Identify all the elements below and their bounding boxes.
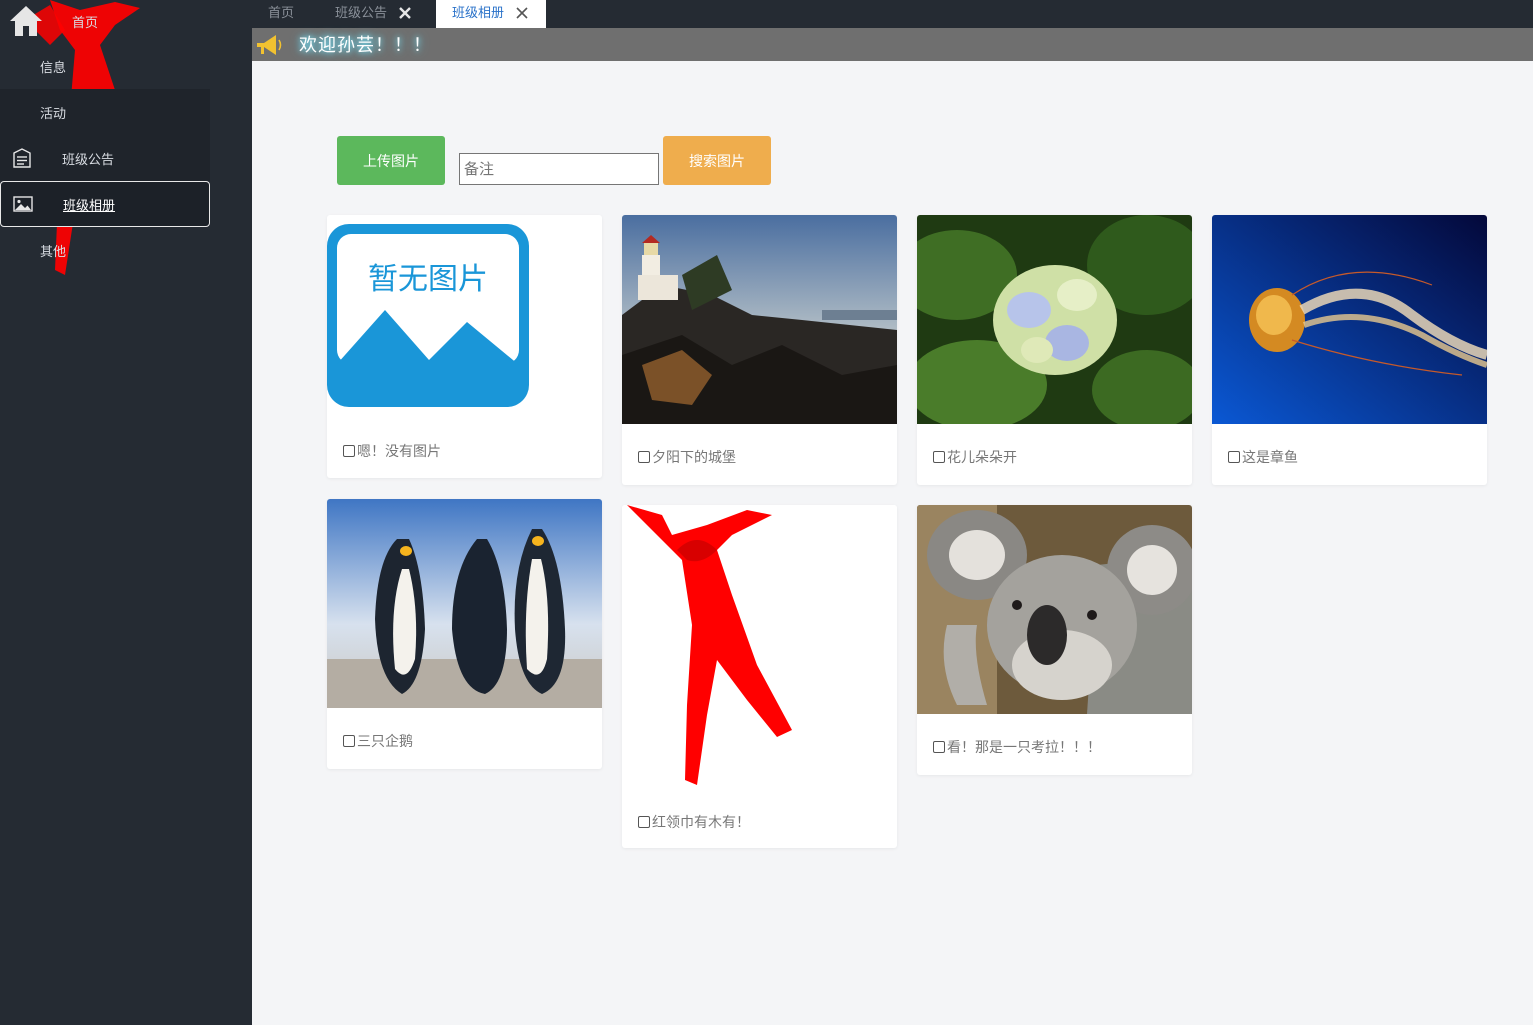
sidebar-item-label: 活动 [40,106,67,122]
sidebar-item-label: 其他 [40,244,67,260]
photo-card: 这是章鱼 [1212,215,1487,485]
sidebar-item-other[interactable]: 其他 [0,227,210,273]
photo-caption: 夕阳下的城堡 [638,447,736,467]
megaphone-icon [257,35,282,55]
photo-caption: 嗯！没有图片 [343,441,441,461]
photo-card: 三只企鹅 [327,499,602,769]
sidebar-item-label: 信息 [40,60,67,76]
welcome-text: 欢迎孙芸！！！ [299,35,432,56]
caption-text: 嗯！没有图片 [357,444,441,460]
tab-home[interactable]: 首页 [252,0,318,28]
sidebar-item-info[interactable]: 信息 [0,43,210,89]
photo-card: 红领巾有木有！ [622,505,897,848]
close-icon[interactable] [398,6,412,20]
caption-text: 三只企鹅 [357,734,413,750]
photo-card: 花儿朵朵开 [917,215,1192,485]
tab-label: 首页 [268,6,295,21]
select-checkbox[interactable] [1228,451,1240,463]
sidebar: 首页 信息 活动 班级公告 班级相册 其他 [0,0,252,1025]
red-scarf-photo [622,505,897,795]
photo-caption: 三只企鹅 [343,731,413,751]
photo-card: 暂无图片 嗯！没有图片 [327,215,602,478]
sidebar-item-announcements[interactable]: 班级公告 [0,135,210,181]
welcome-bar: 欢迎孙芸！！！ [252,28,1533,61]
photo-caption: 红领巾有木有！ [638,812,750,832]
sidebar-item-home-label: 首页 [72,16,99,31]
tab-label: 班级公告 [335,6,388,21]
koala-photo [917,505,1192,714]
photo-card: 看！那是一只考拉！！！ [917,505,1192,775]
photo-caption: 花儿朵朵开 [933,447,1017,467]
caption-text: 夕阳下的城堡 [652,450,736,466]
select-checkbox[interactable] [343,735,355,747]
lighthouse-photo [622,215,897,424]
photo-card: 夕阳下的城堡 [622,215,897,485]
no-image-placeholder: 暂无图片 [327,224,529,407]
caption-text: 看！那是一只考拉！！！ [947,740,1101,756]
sidebar-item-activity[interactable]: 活动 [0,89,210,135]
select-checkbox[interactable] [933,741,945,753]
select-checkbox[interactable] [638,816,650,828]
photo-caption: 看！那是一只考拉！！！ [933,737,1101,757]
photo-caption: 这是章鱼 [1228,447,1298,467]
sidebar-item-label: 班级相册 [63,198,116,214]
select-checkbox[interactable] [933,451,945,463]
upload-image-button[interactable]: 上传图片 [337,136,445,185]
tab-label: 班级相册 [452,6,505,21]
penguins-photo [327,499,602,708]
jellyfish-photo [1212,215,1487,424]
caption-text: 这是章鱼 [1242,450,1298,466]
sidebar-item-album[interactable]: 班级相册 [0,181,210,227]
close-icon[interactable] [515,6,529,20]
tab-bar: 首页 班级公告 班级相册 [252,0,1533,28]
notice-list-icon [13,148,31,168]
placeholder-text: 暂无图片 [368,262,488,297]
note-input[interactable] [459,153,659,185]
caption-text: 花儿朵朵开 [947,450,1017,466]
select-checkbox[interactable] [343,445,355,457]
sidebar-item-label: 班级公告 [62,152,115,168]
flower-photo [917,215,1192,424]
select-checkbox[interactable] [638,451,650,463]
sidebar-item-home[interactable]: 首页 [0,0,210,40]
tab-album[interactable]: 班级相册 [436,0,546,28]
tab-announcements[interactable]: 班级公告 [319,0,419,28]
image-icon [13,196,33,212]
caption-text: 红领巾有木有！ [652,815,750,831]
search-image-button[interactable]: 搜索图片 [663,136,771,185]
